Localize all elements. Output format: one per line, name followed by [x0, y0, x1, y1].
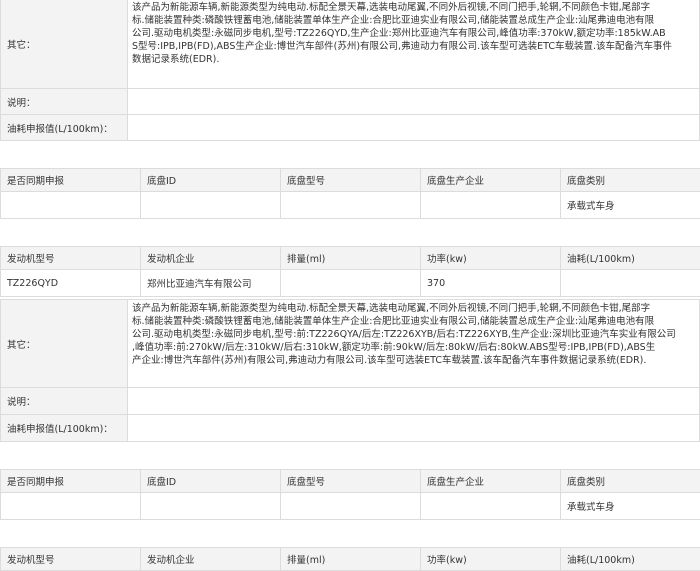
header-cell: 是否同期申报 [1, 169, 141, 192]
header-cell: 油耗(L/100km) [561, 247, 700, 270]
other-line: 该产品为新能源车辆,新能源类型为纯电动.标配全景天幕,选装电动尾翼,不同外后视镜… [132, 302, 695, 315]
info-table-2: 其它： 该产品为新能源车辆,新能源类型为纯电动.标配全景天幕,选装电动尾翼,不同… [0, 299, 700, 442]
data-cell: 承载式车身 [561, 192, 700, 219]
other-line: 标.储能装置种类:磷酸铁锂蓄电池,储能装置单体生产企业:合肥比亚迪实业有限公司,… [132, 14, 695, 27]
data-cell [281, 192, 421, 219]
fuel-row: 油耗申报值(L/100km)： [1, 415, 700, 442]
header-cell: 发动机型号 [1, 247, 141, 270]
header-cell: 发动机型号 [1, 548, 141, 571]
other-line: 该产品为新能源车辆,新能源类型为纯电动.标配全景天幕,选装电动尾翼,不同外后视镜… [132, 1, 695, 14]
header-cell: 排量(ml) [281, 548, 421, 571]
header-cell: 发动机企业 [141, 247, 281, 270]
data-cell: 370 [421, 270, 561, 297]
header-cell: 是否同期申报 [1, 470, 141, 493]
header-cell: 发动机企业 [141, 548, 281, 571]
chassis-header-row: 是否同期申报 底盘ID 底盘型号 底盘生产企业 底盘类别 [1, 470, 700, 493]
header-cell: 底盘生产企业 [421, 169, 561, 192]
data-cell [421, 493, 561, 520]
data-cell [141, 192, 281, 219]
data-cell: 承载式车身 [561, 493, 700, 520]
fuel-value [128, 415, 700, 442]
fuel-row: 油耗申报值(L/100km)： [1, 115, 700, 141]
header-cell: 底盘ID [141, 470, 281, 493]
header-cell: 底盘型号 [281, 470, 421, 493]
engine-data-row: TZ226QYD 郑州比亚迪汽车有限公司 370 [1, 270, 700, 297]
data-cell [281, 270, 421, 297]
other-label: 其它： [1, 0, 128, 89]
note-label: 说明： [1, 388, 128, 415]
data-cell [421, 192, 561, 219]
note-label: 说明： [1, 89, 128, 115]
other-text: 该产品为新能源车辆,新能源类型为纯电动.标配全景天幕,选装电动尾翼,不同外后视镜… [128, 0, 700, 89]
note-value [128, 89, 700, 115]
fuel-label: 油耗申报值(L/100km)： [1, 115, 128, 141]
other-line: 标.储能装置种类:磷酸铁锂蓄电池,储能装置单体生产企业:合肥比亚迪实业有限公司,… [132, 315, 695, 328]
other-line: S型号:IPB,IPB(FD),ABS生产企业:博世汽车部件(苏州)有限公司,弗… [132, 40, 695, 53]
header-cell: 功率(kw) [421, 548, 561, 571]
data-cell [141, 493, 281, 520]
other-label: 其它： [1, 300, 128, 388]
other-line: 公司.驱动电机类型:永磁同步电机,型号:TZ226QYD,生产企业:郑州比亚迪汽… [132, 27, 695, 40]
chassis-header-row: 是否同期申报 底盘ID 底盘型号 底盘生产企业 底盘类别 [1, 169, 700, 192]
chassis-data-row: 承载式车身 [1, 493, 700, 520]
fuel-label: 油耗申报值(L/100km)： [1, 415, 128, 442]
data-cell [561, 270, 700, 297]
data-cell [1, 192, 141, 219]
info-table-1: 其它： 该产品为新能源车辆,新能源类型为纯电动.标配全景天幕,选装电动尾翼,不同… [0, 0, 700, 141]
other-line: 公司.驱动电机类型:永磁同步电机,型号:前:TZ226QYA/后左:TZ226X… [132, 328, 695, 341]
note-row: 说明： [1, 388, 700, 415]
chassis-data-row: 承载式车身 [1, 192, 700, 219]
header-cell: 底盘ID [141, 169, 281, 192]
other-line: 数据记录系统(EDR). [132, 53, 695, 66]
data-cell [1, 493, 141, 520]
other-line: ,峰值功率:前:270kW/后左:310kW/后右:310kW,额定功率:前:9… [132, 341, 695, 354]
engine-header-row: 发动机型号 发动机企业 排量(ml) 功率(kw) 油耗(L/100km) [1, 247, 700, 270]
fuel-value [128, 115, 700, 141]
data-cell [281, 493, 421, 520]
data-cell: TZ226QYD [1, 270, 141, 297]
other-row: 其它： 该产品为新能源车辆,新能源类型为纯电动.标配全景天幕,选装电动尾翼,不同… [1, 0, 700, 89]
header-cell: 排量(ml) [281, 247, 421, 270]
other-row: 其它： 该产品为新能源车辆,新能源类型为纯电动.标配全景天幕,选装电动尾翼,不同… [1, 300, 700, 388]
engine-header-row: 发动机型号 发动机企业 排量(ml) 功率(kw) 油耗(L/100km) [1, 548, 700, 571]
header-cell: 油耗(L/100km) [561, 548, 700, 571]
note-row: 说明： [1, 89, 700, 115]
data-cell: 郑州比亚迪汽车有限公司 [141, 270, 281, 297]
note-value [128, 388, 700, 415]
other-text: 该产品为新能源车辆,新能源类型为纯电动.标配全景天幕,选装电动尾翼,不同外后视镜… [128, 300, 700, 388]
header-cell: 功率(kw) [421, 247, 561, 270]
header-cell: 底盘生产企业 [421, 470, 561, 493]
engine-table-2: 发动机型号 发动机企业 排量(ml) 功率(kw) 油耗(L/100km) [0, 547, 700, 571]
engine-table-1: 发动机型号 发动机企业 排量(ml) 功率(kw) 油耗(L/100km) TZ… [0, 246, 700, 297]
header-cell: 底盘型号 [281, 169, 421, 192]
chassis-table-2: 是否同期申报 底盘ID 底盘型号 底盘生产企业 底盘类别 承载式车身 [0, 469, 700, 520]
other-line: 产企业:博世汽车部件(苏州)有限公司,弗迪动力有限公司.该车型可选装ETC车载装… [132, 354, 695, 367]
chassis-table-1: 是否同期申报 底盘ID 底盘型号 底盘生产企业 底盘类别 承载式车身 [0, 168, 700, 219]
header-cell: 底盘类别 [561, 169, 700, 192]
header-cell: 底盘类别 [561, 470, 700, 493]
